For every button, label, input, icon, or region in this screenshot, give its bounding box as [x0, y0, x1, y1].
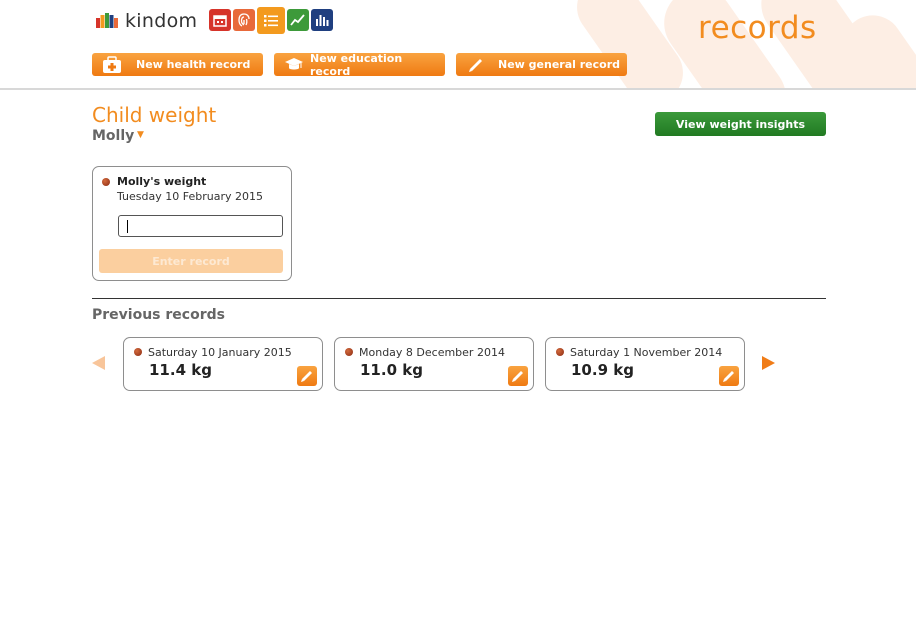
bullet-icon: [102, 178, 110, 186]
record-date: Saturday 10 January 2015: [148, 346, 292, 359]
new-education-record-button[interactable]: New education record: [274, 51, 445, 78]
previous-arrow-icon[interactable]: [92, 356, 105, 370]
entry-label: Molly's weight: [117, 175, 207, 188]
page-title: Child weight: [92, 103, 217, 127]
kindom-logo[interactable]: kindom: [95, 10, 197, 32]
bullet-icon: [345, 348, 353, 356]
record-date: Saturday 1 November 2014: [570, 346, 723, 359]
first-aid-kit-icon: [102, 55, 122, 74]
caret-down-icon[interactable]: ▼: [137, 130, 144, 140]
edit-record-button[interactable]: [508, 366, 528, 386]
bullet-icon: [556, 348, 564, 356]
new-education-record-label: New education record: [310, 51, 403, 78]
growth-chart-icon[interactable]: [287, 9, 309, 31]
new-health-record-label: New health record: [136, 58, 251, 71]
pencil-icon: [723, 371, 734, 382]
weight-input[interactable]: [118, 215, 283, 237]
divider: [92, 298, 826, 299]
text-cursor: [127, 220, 128, 233]
pencil-icon: [301, 371, 312, 382]
record-value: 11.4 kg: [149, 361, 212, 379]
next-arrow-icon[interactable]: [762, 356, 775, 370]
new-health-record-button[interactable]: New health record: [92, 53, 263, 76]
edit-record-button[interactable]: [719, 366, 739, 386]
entry-date: Tuesday 10 February 2015: [117, 190, 263, 203]
section-title: records: [698, 10, 817, 46]
fingerprint-icon[interactable]: [233, 9, 255, 31]
bar-chart-icon[interactable]: [311, 9, 333, 31]
pencil-icon: [466, 56, 486, 74]
record-card: Monday 8 December 2014 11.0 kg: [334, 337, 534, 391]
new-general-record-label: New general record: [498, 58, 620, 71]
previous-records-heading: Previous records: [92, 307, 225, 323]
enter-record-button[interactable]: Enter record: [99, 249, 283, 273]
bullet-icon: [134, 348, 142, 356]
record-card: Saturday 1 November 2014 10.9 kg: [545, 337, 745, 391]
pencil-icon: [512, 371, 523, 382]
record-date: Monday 8 December 2014: [359, 346, 505, 359]
record-card: Saturday 10 January 2015 11.4 kg: [123, 337, 323, 391]
header: kindom records New health record New edu…: [0, 0, 916, 90]
graduation-cap-icon: [284, 56, 304, 74]
calendar-icon[interactable]: [209, 9, 231, 31]
brand-name: kindom: [125, 10, 198, 32]
edit-record-button[interactable]: [297, 366, 317, 386]
new-general-record-button[interactable]: New general record: [456, 53, 627, 76]
child-selector[interactable]: Molly: [92, 128, 134, 144]
view-weight-insights-button[interactable]: View weight insights: [655, 112, 826, 136]
app-switcher: [209, 7, 333, 34]
crown-icon: [96, 13, 118, 28]
entry-card: Molly's weight Tuesday 10 February 2015 …: [92, 166, 292, 281]
records-list-icon[interactable]: [257, 7, 285, 34]
record-value: 10.9 kg: [571, 361, 634, 379]
record-value: 11.0 kg: [360, 361, 423, 379]
